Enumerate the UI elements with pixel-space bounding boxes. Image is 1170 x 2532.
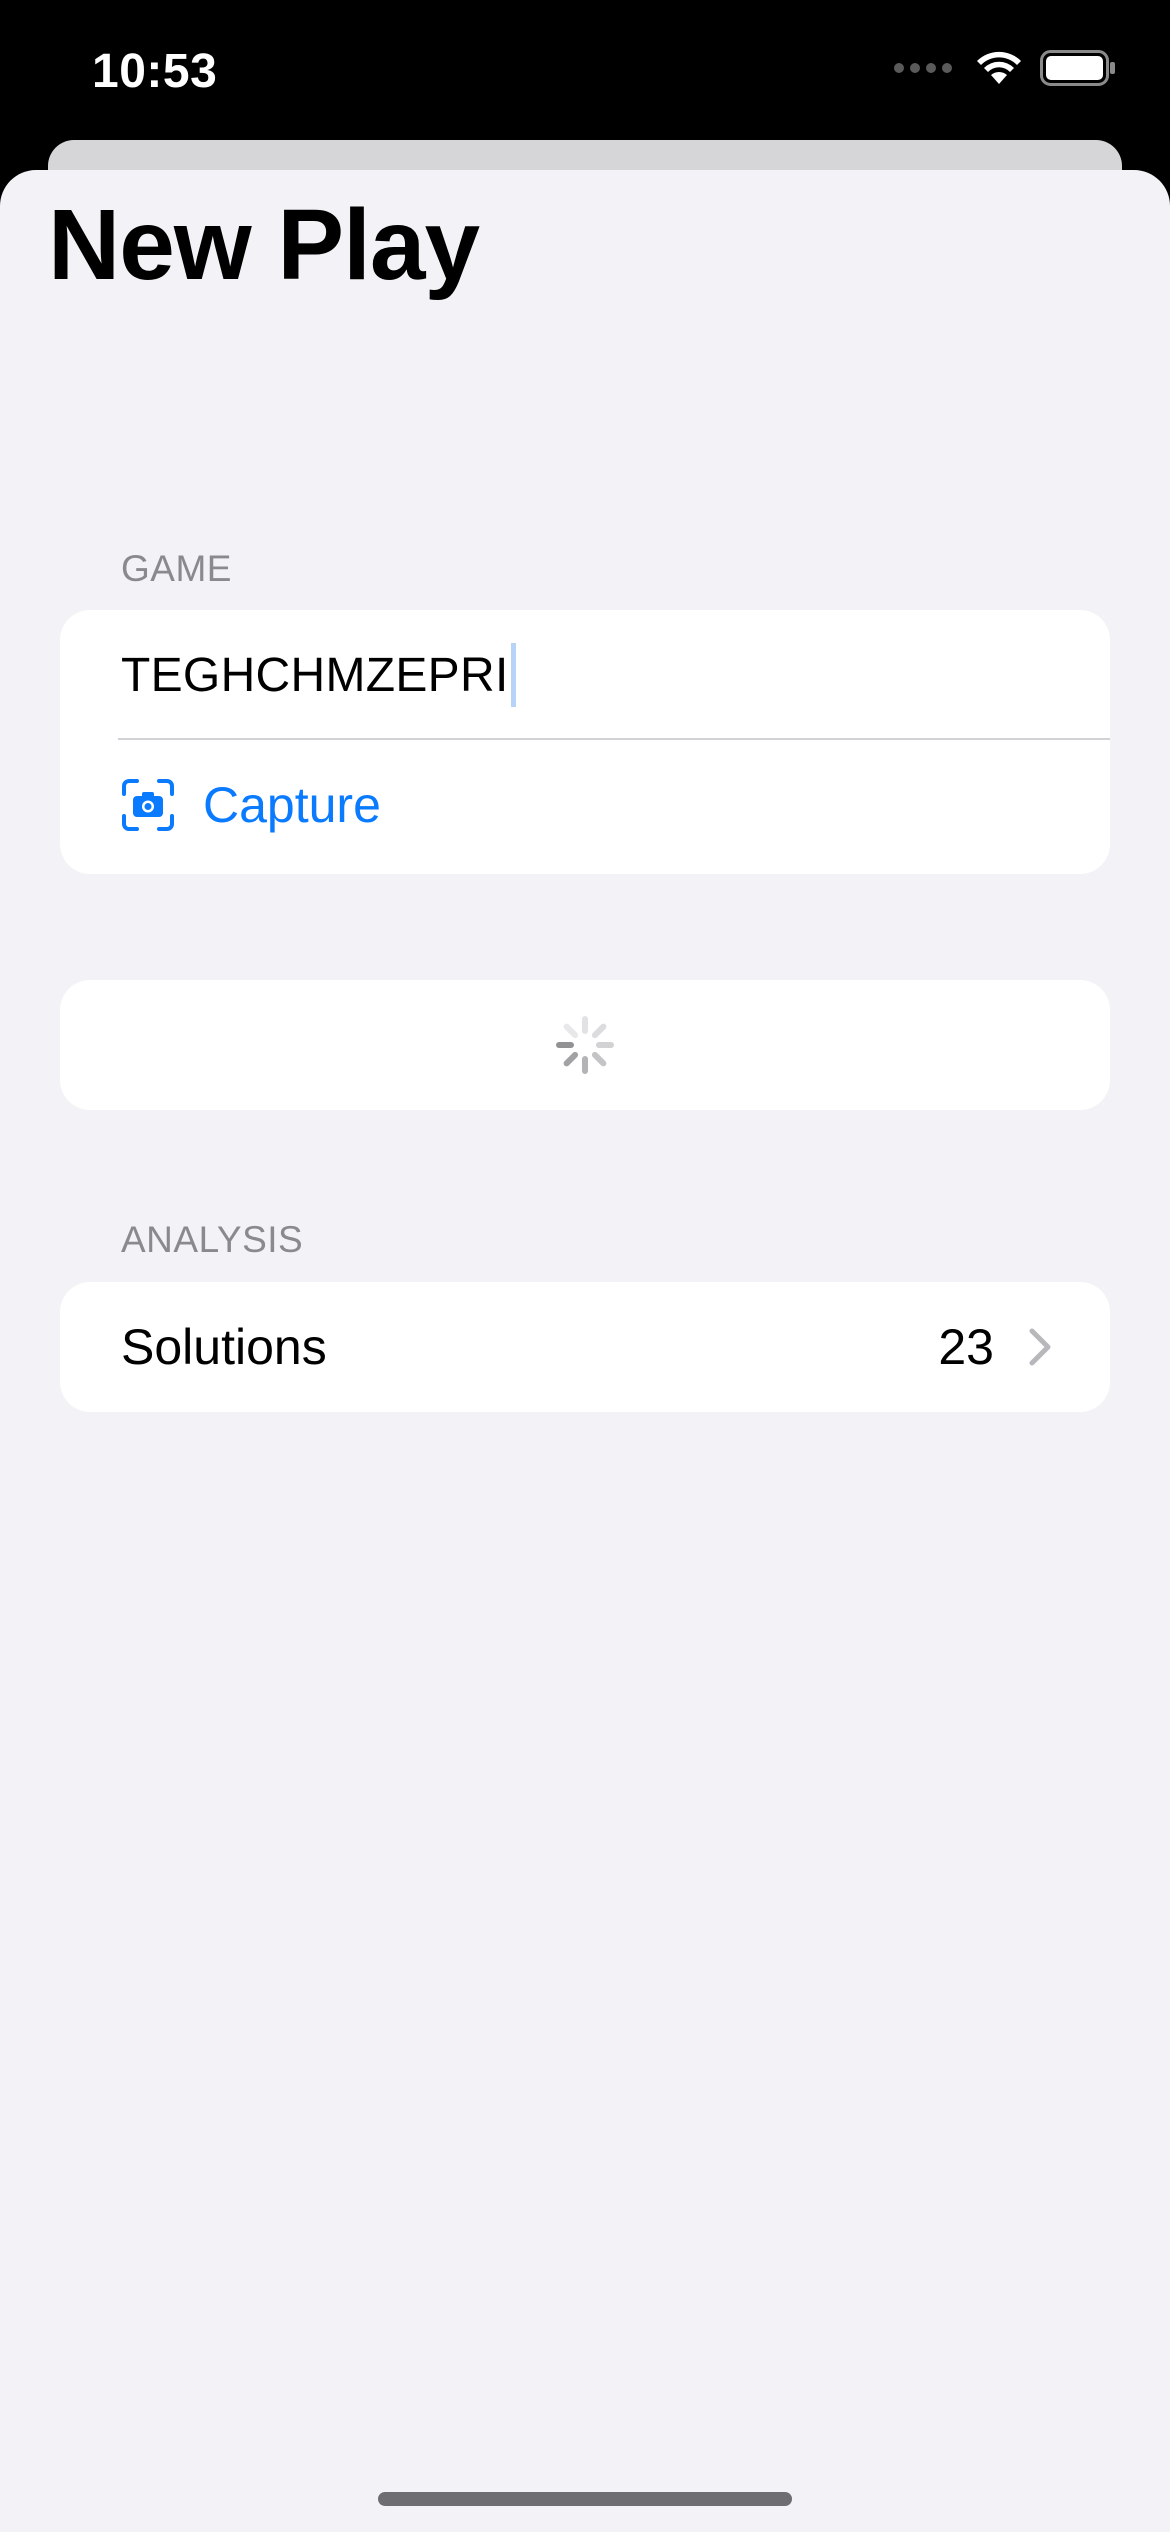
status-icons (894, 50, 1116, 86)
game-section-header: GAME (121, 548, 232, 589)
loading-group (60, 980, 1110, 1110)
status-time: 10:53 (92, 45, 218, 98)
solutions-row[interactable]: Solutions 23 (60, 1282, 1110, 1412)
analysis-group: Solutions 23 (60, 1282, 1110, 1412)
page-title: New Play (48, 189, 480, 301)
home-indicator[interactable] (378, 2492, 792, 2506)
status-bar: 10:53 (0, 0, 1170, 150)
solutions-label: Solutions (121, 1319, 327, 1375)
text-cursor (510, 643, 516, 707)
game-letters-input[interactable]: TEGHCHMZEPRI (121, 648, 509, 703)
activity-spinner-icon (556, 1016, 614, 1074)
game-group: TEGHCHMZEPRI Capture (60, 610, 1110, 874)
wifi-icon (977, 51, 1021, 84)
analysis-section-header: ANALYSIS (121, 1219, 304, 1260)
game-input-row[interactable]: TEGHCHMZEPRI (60, 610, 1110, 740)
solutions-count: 23 (938, 1319, 994, 1375)
signal-icon (894, 63, 952, 73)
battery-icon (1040, 50, 1115, 86)
camera-viewfinder-icon (122, 779, 174, 831)
capture-label: Capture (203, 777, 381, 833)
capture-button[interactable]: Capture (60, 740, 1110, 870)
chevron-right-icon (1029, 1328, 1051, 1366)
loading-row (60, 980, 1110, 1110)
